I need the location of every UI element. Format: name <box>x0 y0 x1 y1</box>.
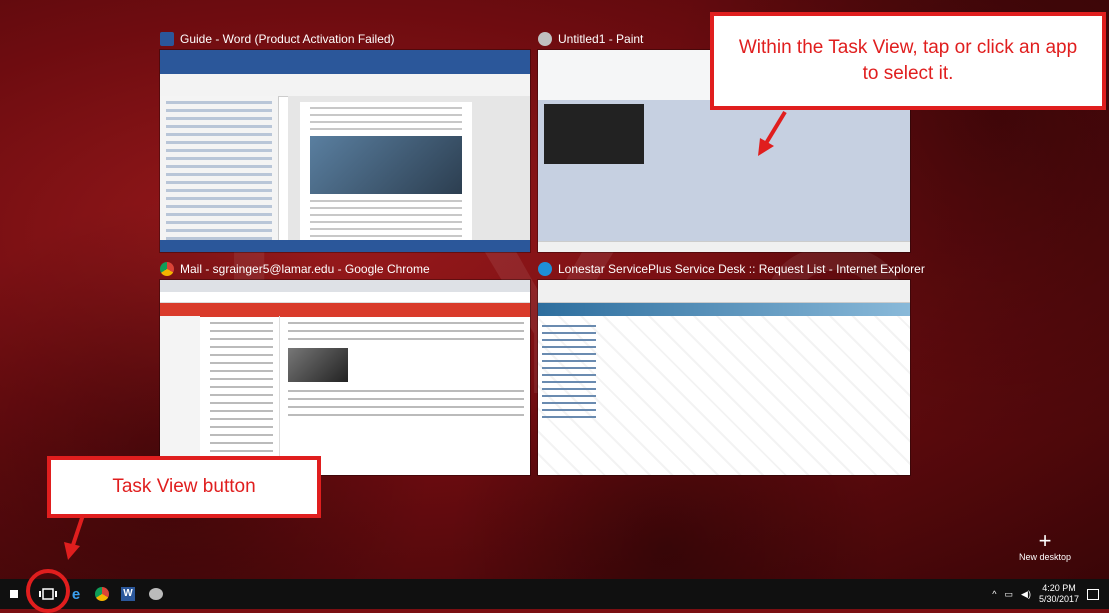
notification-icon[interactable] <box>1087 588 1099 600</box>
clock-time: 4:20 PM <box>1042 583 1076 593</box>
task-view-highlight-circle <box>26 569 70 613</box>
paint-button[interactable] <box>146 584 166 604</box>
paint-icon <box>149 588 163 600</box>
window-thumbnail[interactable] <box>538 280 910 475</box>
window-title-bar: Guide - Word (Product Activation Failed) <box>160 30 395 48</box>
window-title-bar: Mail - sgrainger5@lamar.edu - Google Chr… <box>160 260 430 278</box>
callout-text: Task View button <box>112 476 256 498</box>
window-title: Lonestar ServicePlus Service Desk :: Req… <box>558 262 925 276</box>
volume-icon[interactable]: ◀) <box>1021 589 1031 600</box>
new-desktop-label: New desktop <box>1018 552 1072 562</box>
word-icon: W <box>121 587 135 601</box>
system-tray: ^ ▭ ◀) 4:20 PM 5/30/2017 <box>992 579 1109 609</box>
start-icon <box>10 590 18 598</box>
chrome-icon <box>95 587 109 601</box>
chrome-button[interactable] <box>92 584 112 604</box>
network-icon[interactable]: ▭ <box>1005 589 1014 600</box>
clock[interactable]: 4:20 PM 5/30/2017 <box>1039 583 1079 605</box>
clock-date: 5/30/2017 <box>1038 594 1079 604</box>
word-button[interactable]: W <box>118 584 138 604</box>
task-view-window-word[interactable]: Guide - Word (Product Activation Failed) <box>160 32 530 252</box>
new-desktop-button[interactable]: + New desktop <box>1010 528 1080 563</box>
word-icon <box>160 32 174 46</box>
window-thumbnail[interactable] <box>160 50 530 252</box>
task-view-window-chrome[interactable]: Mail - sgrainger5@lamar.edu - Google Chr… <box>160 262 530 475</box>
window-title: Untitled1 - Paint <box>558 32 644 46</box>
window-title-bar: Lonestar ServicePlus Service Desk :: Req… <box>538 260 925 278</box>
start-button[interactable] <box>4 584 24 604</box>
chevron-up-icon[interactable]: ^ <box>992 589 996 599</box>
task-view-window-ie[interactable]: Lonestar ServicePlus Service Desk :: Req… <box>538 262 925 475</box>
callout-text: Within the Task View, tap or click an ap… <box>738 37 1078 84</box>
window-thumbnail[interactable] <box>160 280 530 475</box>
taskbar: e W ^ ▭ ◀) 4:20 PM 5/30/2017 <box>0 579 1109 609</box>
edge-icon: e <box>71 585 81 603</box>
window-title: Mail - sgrainger5@lamar.edu - Google Chr… <box>180 262 430 276</box>
paint-icon <box>538 32 552 46</box>
ie-icon <box>538 262 552 276</box>
chrome-icon <box>160 262 174 276</box>
callout-select-app: Within the Task View, tap or click an ap… <box>710 12 1106 110</box>
callout-task-view-button: Task View button <box>47 456 321 518</box>
window-title: Guide - Word (Product Activation Failed) <box>180 32 395 46</box>
plus-icon: + <box>1038 528 1052 553</box>
window-title-bar: Untitled1 - Paint <box>538 30 643 48</box>
